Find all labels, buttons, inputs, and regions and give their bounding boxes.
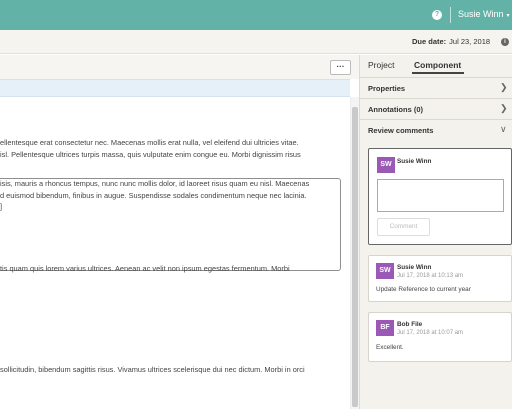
comment-card: BF Bob File Jul 17, 2018 at 10:07 am Exc… — [368, 312, 512, 362]
avatar: SW — [377, 157, 395, 173]
document-line: isl. Pellentesque ultrices turpis massa,… — [0, 150, 301, 159]
subheader: Due date: Jul 23, 2018 i — [0, 30, 512, 54]
scrollbar-thumb[interactable] — [352, 107, 358, 407]
document-line: tis quam quis lorem varius ultrices. Aen… — [0, 264, 290, 273]
user-menu[interactable]: Susie Winn ▾ — [458, 9, 510, 19]
info-icon[interactable]: i — [501, 38, 509, 46]
document-area: ··· ellentesque erat consectetur nec. Ma… — [0, 55, 359, 409]
tab-project[interactable]: Project — [368, 60, 394, 70]
due-date-value: Jul 23, 2018 — [449, 37, 491, 46]
chevron-down-icon: ∨ — [500, 124, 507, 134]
user-name: Susie Winn — [458, 9, 504, 19]
section-label: Annotations (0) — [368, 105, 423, 114]
side-panel: Project Component Properties ❯ Annotatio… — [359, 55, 512, 409]
comment-body: Excellent. — [376, 344, 404, 351]
comment-input[interactable] — [377, 179, 504, 212]
help-icon[interactable]: ? — [432, 10, 442, 20]
comment-author: Susie Winn — [397, 158, 432, 165]
comment-author: Bob File — [397, 321, 423, 328]
document-line: ] — [0, 202, 3, 211]
comment-author: Susie Winn — [397, 264, 432, 271]
document-toolbar: ··· — [0, 55, 359, 79]
comment-body: Update Reference to current year — [376, 286, 471, 293]
tab-component[interactable]: Component — [414, 60, 461, 70]
section-label: Review comments — [368, 126, 434, 135]
chevron-right-icon: ❯ — [500, 103, 508, 113]
topbar-divider — [450, 7, 451, 23]
document-header-band — [0, 79, 350, 97]
active-tab-indicator — [412, 72, 464, 74]
due-date: Due date: Jul 23, 2018 — [412, 37, 490, 46]
section-annotations[interactable]: Annotations (0) ❯ — [360, 98, 512, 119]
top-bar: ? Susie Winn ▾ — [0, 0, 512, 30]
document-line: isis, mauris a rhoncus tempus, nunc nunc… — [0, 179, 310, 188]
document-line: d euismod bibendum, finibus in augue. Su… — [0, 191, 307, 200]
due-date-label: Due date: — [412, 37, 447, 46]
section-properties[interactable]: Properties ❯ — [360, 77, 512, 98]
comment-time: Jul 17, 2018 at 10:13 am — [397, 273, 464, 279]
comment-card: SW Susie Winn Jul 17, 2018 at 10:13 am U… — [368, 255, 512, 302]
comment-time: Jul 17, 2018 at 10:07 am — [397, 330, 464, 336]
comment-button[interactable]: Comment — [377, 218, 430, 236]
section-review-comments[interactable]: Review comments ∨ — [360, 119, 512, 140]
more-options-button[interactable]: ··· — [330, 60, 351, 75]
panel-tabs: Project Component — [360, 55, 512, 76]
document-line: sollicitudin, bibendum sagittis risus. V… — [0, 365, 305, 374]
document-line: ellentesque erat consectetur nec. Maecen… — [0, 138, 299, 147]
chevron-down-icon: ▾ — [506, 13, 510, 19]
chevron-right-icon: ❯ — [500, 82, 508, 92]
avatar: SW — [376, 263, 394, 279]
document-scrollbar[interactable] — [350, 97, 359, 409]
avatar: BF — [376, 320, 394, 336]
new-comment-card: SW Susie Winn Comment — [368, 148, 512, 245]
section-label: Properties — [368, 84, 406, 93]
